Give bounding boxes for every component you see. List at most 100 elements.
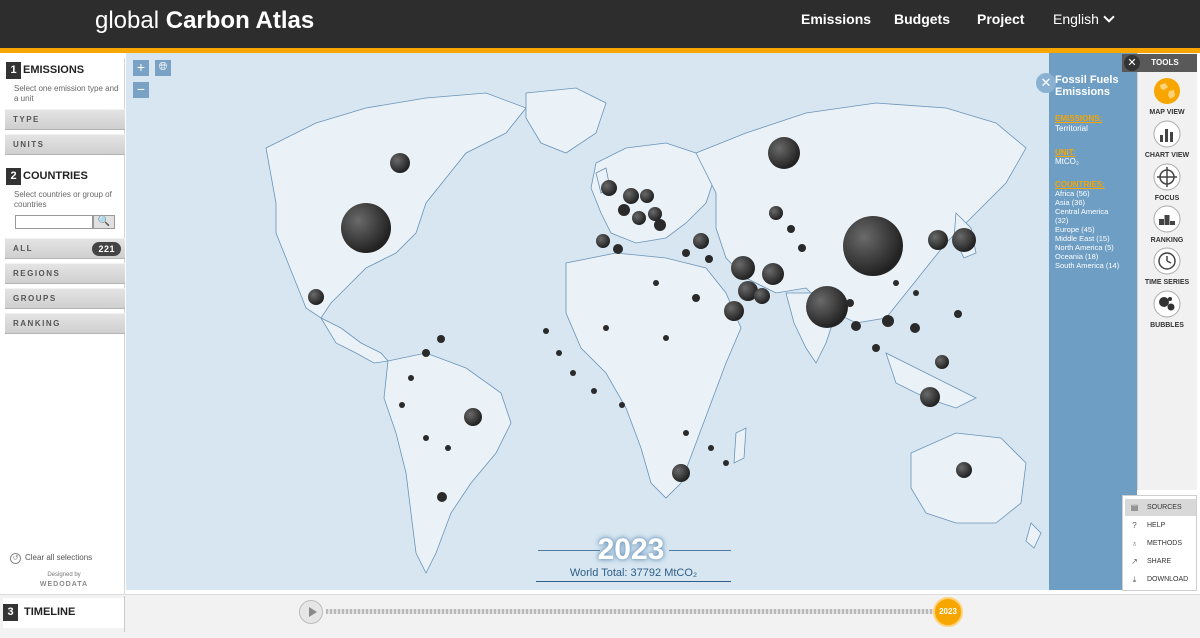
emission-bubble[interactable]	[654, 219, 666, 231]
emission-bubble[interactable]	[882, 315, 894, 327]
menu-sources[interactable]: ▤ SOURCES	[1125, 499, 1196, 516]
emissions-value: Territorial	[1055, 124, 1088, 133]
menu-share[interactable]: ↗ SHARE	[1125, 553, 1196, 570]
emission-bubble[interactable]	[769, 206, 783, 220]
emission-bubble[interactable]	[920, 387, 940, 407]
emission-bubble[interactable]	[341, 203, 391, 253]
menu-download[interactable]: ⤓ DOWNLOAD	[1125, 571, 1196, 588]
emission-bubble[interactable]	[653, 280, 659, 286]
emission-bubble[interactable]	[692, 294, 700, 302]
timeline-handle[interactable]: 2023	[933, 597, 963, 627]
nav-budgets[interactable]: Budgets	[894, 11, 950, 27]
app-logo[interactable]: global Carbon Atlas	[95, 6, 314, 36]
emission-bubble[interactable]	[910, 323, 920, 333]
all-countries-item[interactable]: ALL 221	[5, 238, 125, 259]
emission-bubble[interactable]	[952, 228, 976, 252]
emission-bubble[interactable]	[618, 204, 630, 216]
zoom-out-button[interactable]: −	[133, 82, 149, 98]
type-selector[interactable]: TYPE	[5, 109, 125, 130]
search-button[interactable]: 🔍	[93, 215, 115, 229]
emission-bubble[interactable]	[872, 344, 880, 352]
timeline-track[interactable]	[326, 609, 936, 614]
tool-map-view[interactable]: MAP VIEW	[1138, 76, 1196, 117]
emission-bubble[interactable]	[591, 388, 597, 394]
tool-time-series[interactable]: TIME SERIES	[1138, 246, 1196, 287]
emission-bubble[interactable]	[762, 263, 784, 285]
country-group-item: Africa (56)	[1055, 189, 1090, 198]
regions-item[interactable]: REGIONS	[5, 263, 125, 284]
nav-project[interactable]: Project	[977, 11, 1024, 27]
close-tools-button[interactable]: ✕	[1124, 55, 1140, 71]
nav-emissions[interactable]: Emissions	[801, 11, 871, 27]
emission-bubble[interactable]	[954, 310, 962, 318]
emission-bubble[interactable]	[619, 402, 625, 408]
tool-ranking[interactable]: RANKING	[1138, 204, 1196, 245]
zoom-in-button[interactable]: +	[133, 60, 149, 76]
side-menu: ▤ SOURCES ? HELP ♁ METHODS ↗ SHARE ⤓ DOWNLOAD	[1122, 495, 1197, 591]
emission-bubble[interactable]	[445, 445, 451, 451]
emission-bubble[interactable]	[708, 445, 714, 451]
emission-bubble[interactable]	[928, 230, 948, 250]
clear-selections-link[interactable]: ↺ Clear all selections	[10, 552, 92, 564]
emission-bubble[interactable]	[640, 189, 654, 203]
emission-bubble[interactable]	[731, 256, 755, 280]
country-search-input[interactable]	[15, 215, 93, 229]
emission-bubble[interactable]	[754, 288, 770, 304]
emission-bubble[interactable]	[693, 233, 709, 249]
emission-bubble[interactable]	[632, 211, 646, 225]
emission-bubble[interactable]	[913, 290, 919, 296]
emission-bubble[interactable]	[399, 402, 405, 408]
step-number-2: 2	[6, 168, 21, 185]
emission-bubble[interactable]	[423, 435, 429, 441]
emission-bubble[interactable]	[543, 328, 549, 334]
emissions-label: EMISSIONS:	[1055, 114, 1103, 123]
emission-bubble[interactable]	[723, 460, 729, 466]
emission-bubble[interactable]	[663, 335, 669, 341]
groups-item[interactable]: GROUPS	[5, 288, 125, 309]
emission-bubble[interactable]	[787, 225, 795, 233]
unit-value: MtCO₂	[1055, 157, 1079, 166]
play-button[interactable]	[299, 600, 323, 624]
emission-bubble[interactable]	[768, 137, 800, 169]
emission-bubble[interactable]	[603, 325, 609, 331]
emission-bubble[interactable]	[705, 255, 713, 263]
tool-chart-view[interactable]: CHART VIEW	[1138, 119, 1196, 160]
ranking-item[interactable]: RANKING	[5, 313, 125, 334]
world-map[interactable]: + 🌐︎ − 2023 World Total: 37792 MtCO₂	[126, 53, 1049, 590]
emission-bubble[interactable]	[683, 430, 689, 436]
emission-bubble[interactable]	[893, 280, 899, 286]
emission-bubble[interactable]	[648, 207, 662, 221]
emission-bubble[interactable]	[623, 188, 639, 204]
emission-bubble[interactable]	[437, 492, 447, 502]
emission-bubble[interactable]	[390, 153, 410, 173]
emission-bubble[interactable]	[408, 375, 414, 381]
emission-bubble[interactable]	[956, 462, 972, 478]
emission-bubble[interactable]	[464, 408, 482, 426]
emission-bubble[interactable]	[724, 301, 744, 321]
emission-bubble[interactable]	[596, 234, 610, 248]
emission-bubble[interactable]	[851, 321, 861, 331]
emission-bubble[interactable]	[935, 355, 949, 369]
emission-bubble[interactable]	[613, 244, 623, 254]
emission-bubble[interactable]	[846, 299, 854, 307]
tool-focus[interactable]: FOCUS	[1138, 162, 1196, 203]
units-selector[interactable]: UNITS	[5, 134, 125, 155]
emission-bubble[interactable]	[601, 180, 617, 196]
emission-bubble[interactable]	[422, 349, 430, 357]
emission-bubble[interactable]	[308, 289, 324, 305]
emission-bubble[interactable]	[437, 335, 445, 343]
menu-methods[interactable]: ♁ METHODS	[1125, 535, 1196, 552]
emission-bubble[interactable]	[806, 286, 848, 328]
tool-bubbles[interactable]: BUBBLES	[1138, 289, 1196, 330]
emission-bubble[interactable]	[672, 464, 690, 482]
globe-view-button[interactable]: 🌐︎	[155, 60, 171, 76]
close-info-button[interactable]: ✕	[1036, 73, 1056, 93]
emission-bubble[interactable]	[570, 370, 576, 376]
menu-help[interactable]: ? HELP	[1125, 517, 1196, 534]
language-select[interactable]: English	[1053, 11, 1115, 27]
emission-bubble[interactable]	[682, 249, 690, 257]
emission-bubble[interactable]	[556, 350, 562, 356]
emission-bubble[interactable]	[843, 216, 903, 276]
emission-bubble[interactable]	[798, 244, 806, 252]
wedodata-logo[interactable]: WEDODATA	[3, 580, 125, 589]
